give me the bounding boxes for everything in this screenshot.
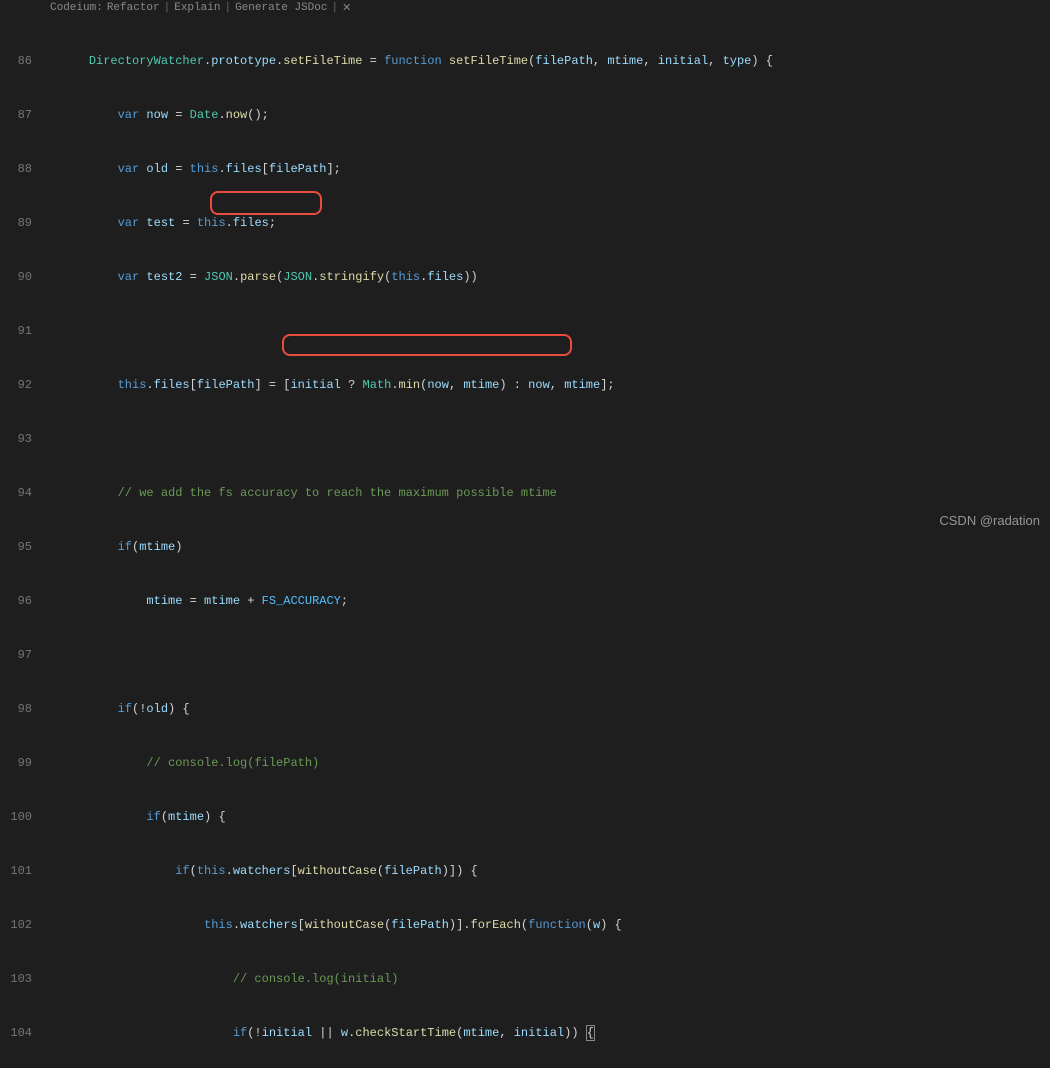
line-number: 102 <box>0 916 42 934</box>
code-line[interactable]: if(!initial || w.checkStartTime(mtime, i… <box>60 1024 1050 1042</box>
code-line[interactable]: this.watchers[withoutCase(filePath)].for… <box>60 916 1050 934</box>
line-number: 104 <box>0 1024 42 1042</box>
code-line[interactable]: if(this.watchers[withoutCase(filePath)])… <box>60 862 1050 880</box>
code-line[interactable]: // we add the fs accuracy to reach the m… <box>60 484 1050 502</box>
line-number: 89 <box>0 214 42 232</box>
line-number: 87 <box>0 106 42 124</box>
codelens-explain[interactable]: Explain <box>174 2 220 14</box>
line-number: 94 <box>0 484 42 502</box>
code-line[interactable]: // console.log(filePath) <box>60 754 1050 772</box>
watermark: CSDN @radation <box>939 513 1040 528</box>
code-line[interactable]: var test2 = JSON.parse(JSON.stringify(th… <box>60 268 1050 286</box>
code-line[interactable]: var old = this.files[filePath]; <box>60 160 1050 178</box>
line-number: 100 <box>0 808 42 826</box>
codelens-sep: | <box>331 2 338 14</box>
line-number: 91 <box>0 322 42 340</box>
codelens-sep: | <box>164 2 171 14</box>
line-number: 86 <box>0 52 42 70</box>
line-number: 90 <box>0 268 42 286</box>
line-number: 93 <box>0 430 42 448</box>
codelens-close-icon[interactable]: ✕ <box>342 1 351 15</box>
line-number: 99 <box>0 754 42 772</box>
line-number: 96 <box>0 592 42 610</box>
code-line[interactable]: DirectoryWatcher.prototype.setFileTime =… <box>60 52 1050 70</box>
codelens-refactor[interactable]: Refactor <box>107 2 160 14</box>
code-line[interactable]: if(mtime) { <box>60 808 1050 826</box>
line-number: 103 <box>0 970 42 988</box>
code-line[interactable]: if(!old) { <box>60 700 1050 718</box>
line-number: 95 <box>0 538 42 556</box>
code-line[interactable]: if(mtime) <box>60 538 1050 556</box>
code-line[interactable]: mtime = mtime + FS_ACCURACY; <box>60 592 1050 610</box>
codelens-jsdoc[interactable]: Generate JSDoc <box>235 2 327 14</box>
code-line[interactable]: // console.log(initial) <box>60 970 1050 988</box>
codelens-prefix: Codeium: <box>50 2 103 14</box>
line-number: 98 <box>0 700 42 718</box>
code-line[interactable]: var now = Date.now(); <box>60 106 1050 124</box>
codelens-sep: | <box>224 2 231 14</box>
code-line[interactable]: this.files[filePath] = [initial ? Math.m… <box>60 376 1050 394</box>
code-editor[interactable]: 86 DirectoryWatcher.prototype.setFileTim… <box>0 16 1050 1068</box>
line-number: 97 <box>0 646 42 664</box>
code-line[interactable]: var test = this.files; <box>60 214 1050 232</box>
codelens-bar: Codeium: Refactor | Explain | Generate J… <box>0 0 1050 16</box>
line-number: 88 <box>0 160 42 178</box>
line-number: 101 <box>0 862 42 880</box>
line-number: 92 <box>0 376 42 394</box>
